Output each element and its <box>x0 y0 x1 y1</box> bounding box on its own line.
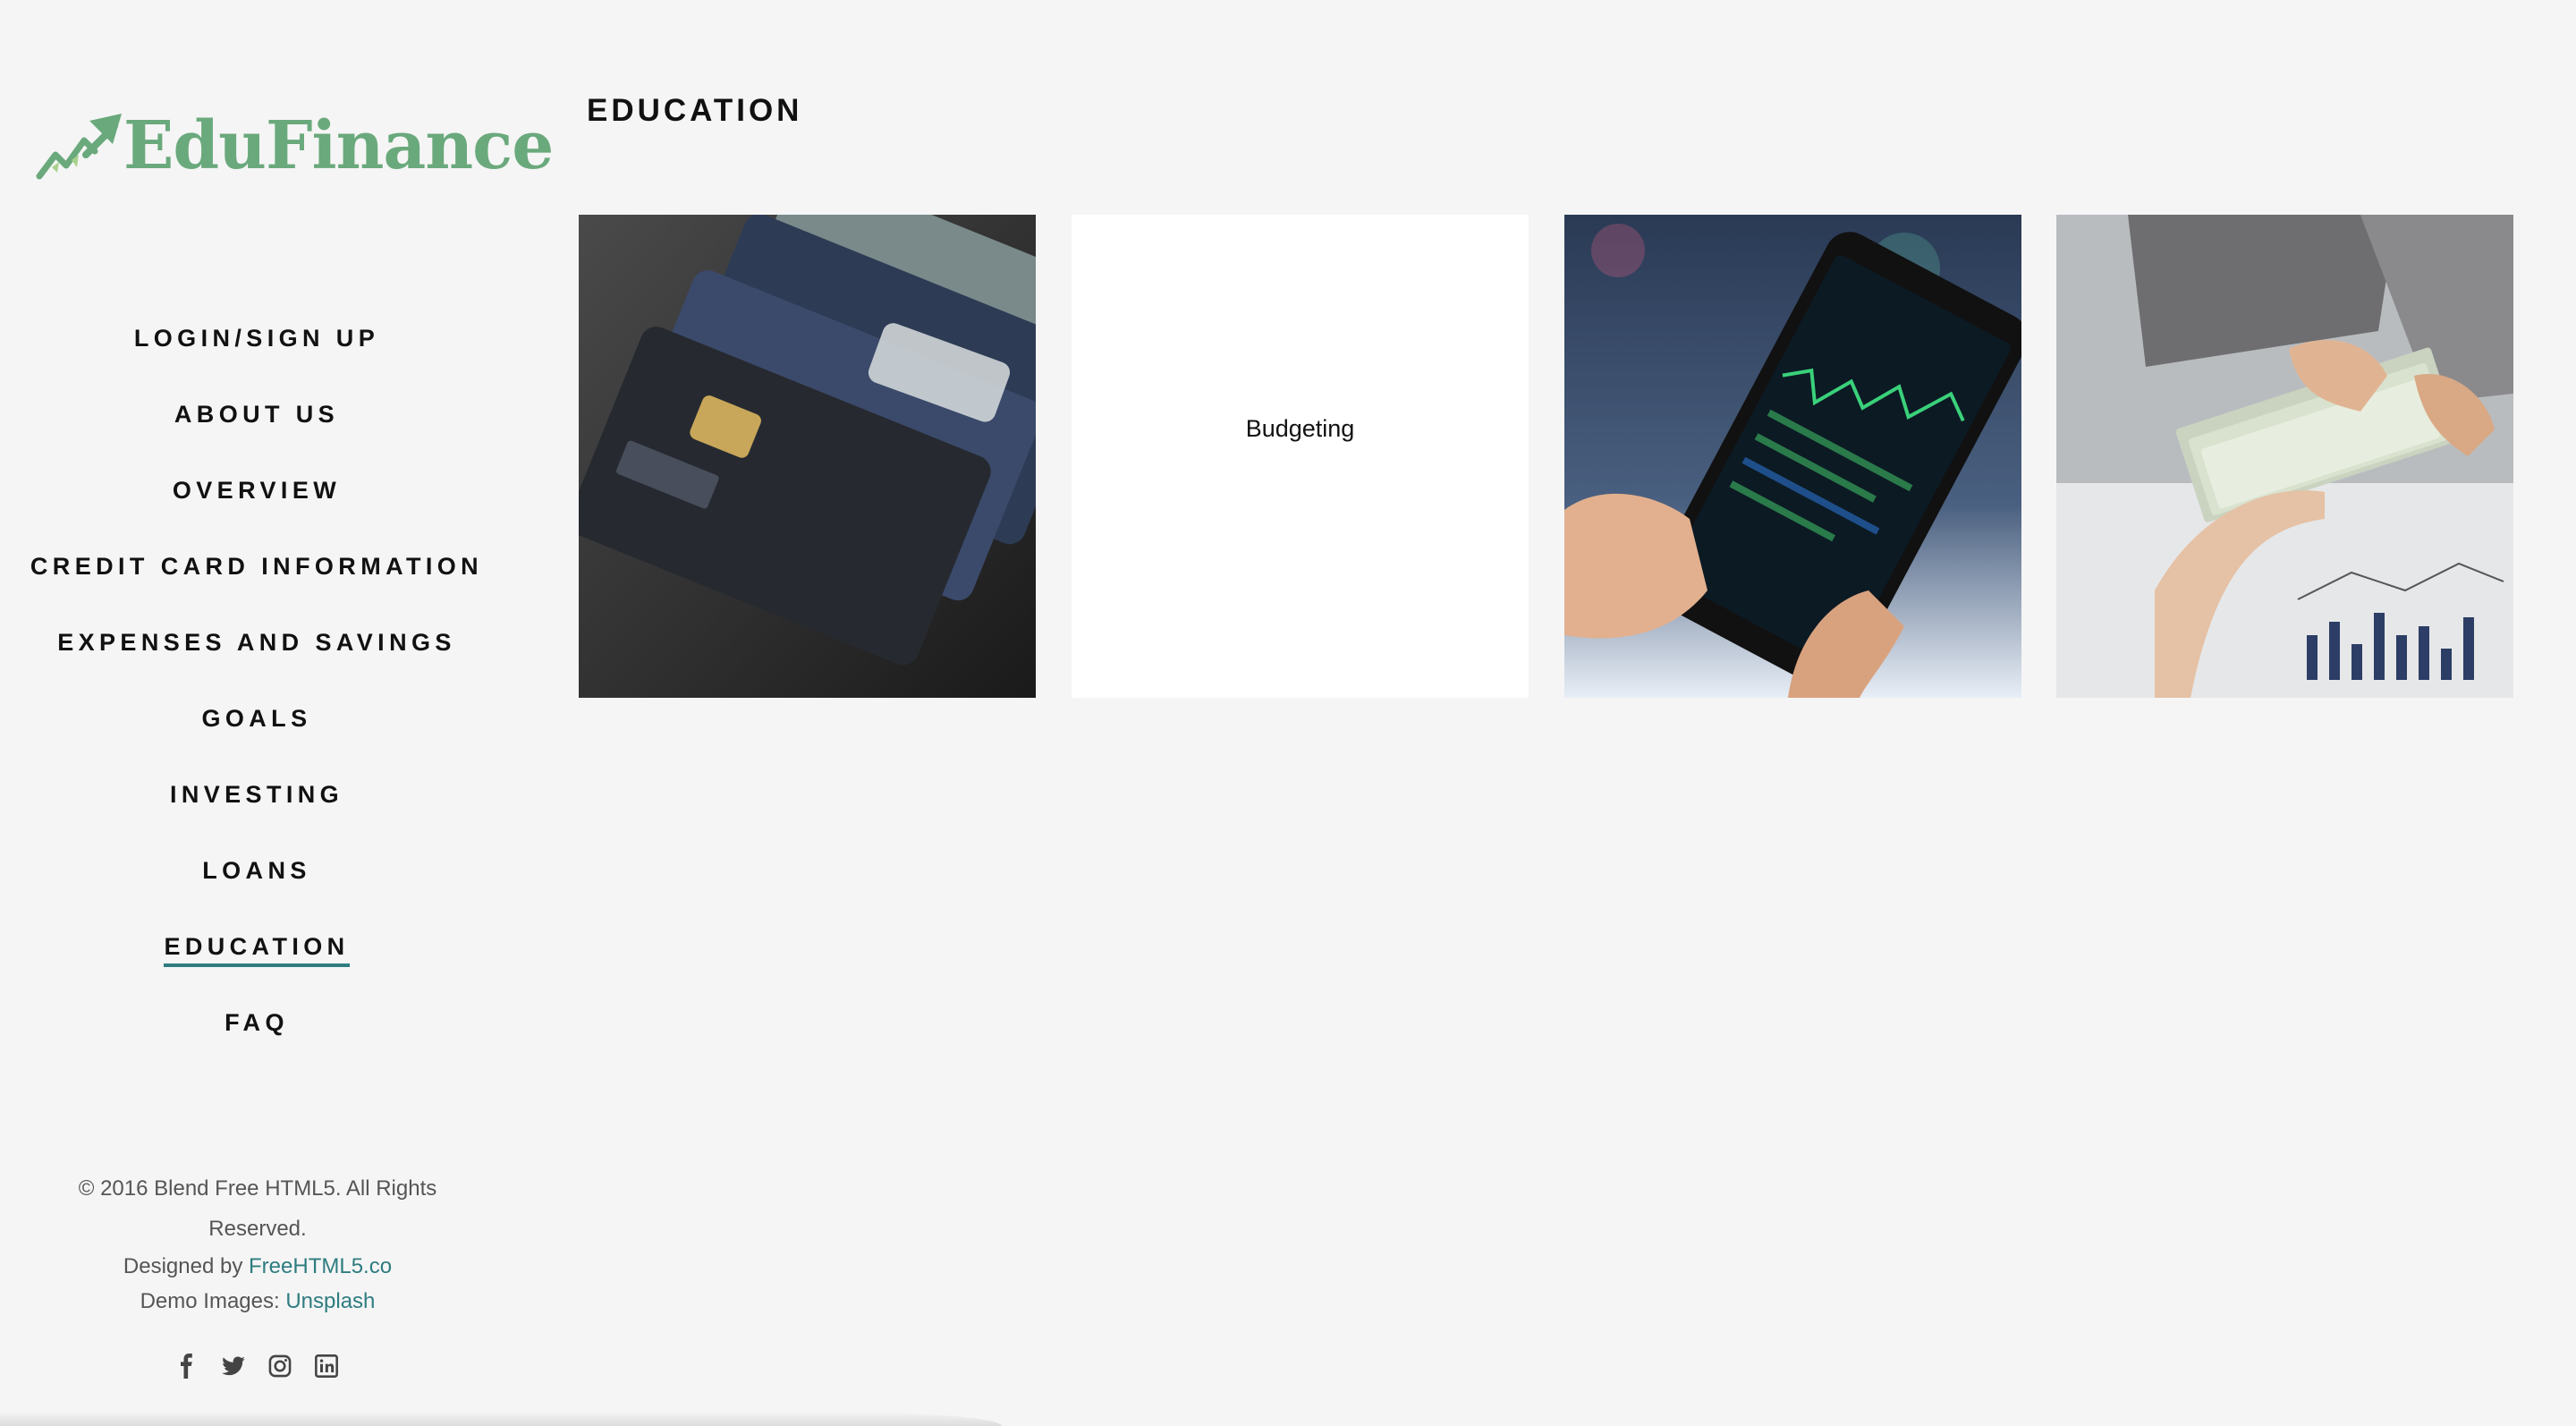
nav-item-education: EDUCATION <box>0 912 513 989</box>
page-title: EDUCATION <box>587 93 803 128</box>
footer: © 2016 Blend Free HTML5. All Rights Rese… <box>54 1168 462 1319</box>
designed-by: Designed by FreeHTML5.co <box>54 1249 462 1284</box>
sidebar: EduFinance LOGIN/SIGN UP ABOUT US OVERVI… <box>0 0 554 1426</box>
twitter-icon[interactable] <box>220 1353 247 1379</box>
bottom-shadow <box>0 1412 1002 1426</box>
unsplash-link[interactable]: Unsplash <box>285 1289 375 1313</box>
money-exchange-image[interactable] <box>2056 215 2513 698</box>
nav-link-loans[interactable]: LOANS <box>202 857 311 887</box>
nav-link-goals[interactable]: GOALS <box>201 705 311 735</box>
budgeting-label: Budgeting <box>1245 414 1355 442</box>
demo-images-label: Demo Images: <box>140 1289 280 1313</box>
credit-cards-image[interactable] <box>579 215 1036 698</box>
budgeting-card[interactable]: Budgeting <box>1072 215 1529 698</box>
nav-link-faq[interactable]: FAQ <box>225 1009 289 1040</box>
nav-link-about[interactable]: ABOUT US <box>174 401 339 431</box>
trending-arrow-icon <box>36 114 122 180</box>
stock-phone-image[interactable] <box>1564 215 2021 698</box>
nav-item-login: LOGIN/SIGN UP <box>0 304 513 380</box>
nav-link-investing[interactable]: INVESTING <box>170 781 343 811</box>
nav-link-overview[interactable]: OVERVIEW <box>173 477 341 507</box>
demo-images: Demo Images: Unsplash <box>54 1284 462 1319</box>
nav-item-credit-card: CREDIT CARD INFORMATION <box>0 532 513 608</box>
nav-item-about: ABOUT US <box>0 380 513 456</box>
facebook-icon[interactable] <box>174 1353 200 1379</box>
instagram-icon[interactable] <box>267 1353 293 1379</box>
copyright-text: © 2016 Blend Free HTML5. All Rights Rese… <box>78 1176 437 1241</box>
nav-item-faq: FAQ <box>0 989 513 1065</box>
nav-link-expenses[interactable]: EXPENSES AND SAVINGS <box>57 629 456 659</box>
nav-link-credit-card[interactable]: CREDIT CARD INFORMATION <box>30 553 483 583</box>
freehtml5-link[interactable]: FreeHTML5.co <box>249 1254 392 1278</box>
linkedin-icon[interactable] <box>313 1353 340 1379</box>
main-nav: LOGIN/SIGN UP ABOUT US OVERVIEW CREDIT C… <box>0 304 513 1065</box>
nav-link-education[interactable]: EDUCATION <box>164 933 350 967</box>
nav-link-login[interactable]: LOGIN/SIGN UP <box>134 325 379 355</box>
logo[interactable]: EduFinance <box>36 106 554 186</box>
nav-item-investing: INVESTING <box>0 760 513 836</box>
designed-by-label: Designed by <box>123 1254 243 1278</box>
brand-name: EduFinance <box>123 107 554 184</box>
nav-item-overview: OVERVIEW <box>0 456 513 532</box>
nav-item-goals: GOALS <box>0 684 513 760</box>
nav-item-loans: LOANS <box>0 836 513 912</box>
social-links <box>0 1353 513 1379</box>
nav-item-expenses: EXPENSES AND SAVINGS <box>0 608 513 684</box>
